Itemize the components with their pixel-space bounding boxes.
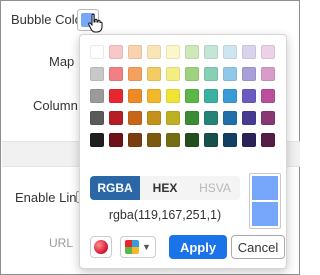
- palette-swatch[interactable]: [128, 45, 142, 59]
- palette-swatch[interactable]: [223, 111, 237, 125]
- palette-swatch[interactable]: [185, 111, 199, 125]
- palette-swatch[interactable]: [128, 67, 142, 81]
- palette-swatch[interactable]: [166, 67, 180, 81]
- palette-swatch[interactable]: [109, 89, 123, 103]
- palette-swatch[interactable]: [223, 89, 237, 103]
- palette-swatch[interactable]: [128, 133, 142, 147]
- color-value-text[interactable]: rgba(119,167,251,1): [90, 208, 240, 222]
- color-picker-popup: RGBA HEX HSVA rgba(119,167,251,1) ▼ Appl…: [79, 34, 287, 269]
- palette-swatch[interactable]: [109, 45, 123, 59]
- tab-hsva[interactable]: HSVA: [190, 176, 240, 200]
- no-color-button[interactable]: [90, 236, 112, 258]
- palette-swatch[interactable]: [185, 133, 199, 147]
- tab-hex[interactable]: HEX: [140, 176, 190, 200]
- palette-icon-quadrant: [132, 247, 139, 254]
- palette-swatch[interactable]: [261, 133, 275, 147]
- palette-swatch[interactable]: [242, 133, 256, 147]
- palette-swatch[interactable]: [90, 133, 104, 147]
- palette-swatch[interactable]: [242, 89, 256, 103]
- bubble-color-label: Bubble Color: [11, 12, 87, 27]
- palette-swatch[interactable]: [166, 133, 180, 147]
- palette-swatch[interactable]: [223, 133, 237, 147]
- picker-footer-tools: ▼: [90, 235, 156, 259]
- current-color-swatch: [252, 202, 278, 226]
- palette-swatch[interactable]: [261, 45, 275, 59]
- palette-swatch[interactable]: [147, 45, 161, 59]
- palette-swatch[interactable]: [204, 111, 218, 125]
- palette-mode-dropdown[interactable]: ▼: [120, 236, 156, 258]
- palette-swatch[interactable]: [128, 111, 142, 125]
- palette-swatch[interactable]: [223, 67, 237, 81]
- color-preview: [249, 173, 281, 229]
- palette-icon-quadrant: [125, 240, 132, 247]
- palette-swatch[interactable]: [223, 45, 237, 59]
- palette-swatch[interactable]: [204, 45, 218, 59]
- palette-swatch[interactable]: [261, 111, 275, 125]
- palette-swatch[interactable]: [261, 89, 275, 103]
- palette-swatch[interactable]: [166, 45, 180, 59]
- url-label: URL: [49, 236, 74, 250]
- palette-swatch[interactable]: [109, 111, 123, 125]
- palette-swatch[interactable]: [166, 111, 180, 125]
- palette-swatch[interactable]: [90, 67, 104, 81]
- palette-swatch[interactable]: [185, 67, 199, 81]
- palette-swatch[interactable]: [242, 111, 256, 125]
- apply-button[interactable]: Apply: [169, 235, 227, 259]
- palette-swatch[interactable]: [128, 89, 142, 103]
- palette-swatch[interactable]: [147, 111, 161, 125]
- palette-swatch[interactable]: [109, 133, 123, 147]
- palette-icon-quadrant: [132, 240, 139, 247]
- palette-swatch[interactable]: [147, 133, 161, 147]
- cancel-button[interactable]: Cancel: [231, 235, 285, 259]
- palette-icon: [125, 240, 139, 254]
- palette-swatch[interactable]: [204, 67, 218, 81]
- palette-swatch[interactable]: [90, 45, 104, 59]
- palette-swatch[interactable]: [90, 89, 104, 103]
- palette-icon-quadrant: [125, 247, 132, 254]
- palette-swatch[interactable]: [147, 67, 161, 81]
- settings-panel: Bubble Color Map Column Enable Link URL …: [0, 0, 300, 275]
- tab-rgba[interactable]: RGBA: [90, 176, 140, 200]
- palette-swatch[interactable]: [147, 89, 161, 103]
- palette-swatch[interactable]: [185, 45, 199, 59]
- enable-link-label: Enable Link: [15, 190, 83, 205]
- palette-swatch[interactable]: [90, 111, 104, 125]
- map-label: Map: [49, 54, 75, 69]
- palette-swatch[interactable]: [109, 67, 123, 81]
- palette-swatch[interactable]: [242, 67, 256, 81]
- palette-swatch[interactable]: [261, 67, 275, 81]
- palette-swatch[interactable]: [185, 89, 199, 103]
- palette-swatch[interactable]: [242, 45, 256, 59]
- color-palette: [90, 45, 275, 147]
- color-mode-tabs: RGBA HEX HSVA: [90, 176, 240, 200]
- no-color-icon: [94, 240, 108, 254]
- palette-swatch[interactable]: [204, 89, 218, 103]
- palette-swatch[interactable]: [204, 133, 218, 147]
- chevron-down-icon: ▼: [142, 242, 151, 252]
- column-label: Column: [33, 98, 78, 113]
- palette-swatch[interactable]: [166, 89, 180, 103]
- previous-color-swatch: [252, 176, 278, 200]
- hand-cursor-icon: [88, 13, 103, 33]
